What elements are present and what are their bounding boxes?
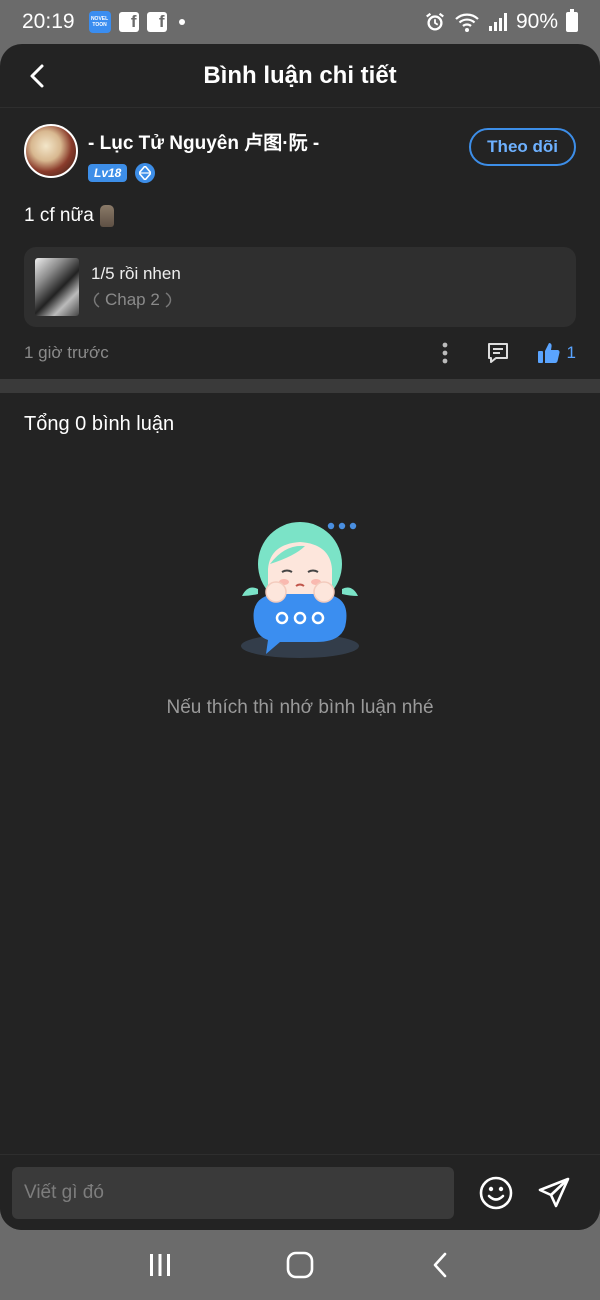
page-title: Bình luận chi tiết <box>203 61 397 89</box>
follow-button[interactable]: Theo dõi <box>469 128 576 166</box>
send-button[interactable] <box>536 1175 572 1211</box>
battery-percent: 90% <box>515 10 558 33</box>
facebook-icon: f <box>146 12 167 32</box>
diamond-icon <box>135 163 156 183</box>
leaf-right-icon <box>165 292 172 308</box>
notification-dot-icon <box>178 19 185 25</box>
system-navigation-bar <box>0 1230 600 1300</box>
moai-emoji-icon <box>99 205 114 227</box>
leaf-left-icon <box>93 292 100 308</box>
reply-button[interactable] <box>483 338 513 368</box>
chevron-left-icon <box>30 64 44 88</box>
comment-text: 1 cf nữa <box>24 205 94 226</box>
like-button[interactable]: 1 <box>537 341 576 365</box>
more-options-button[interactable] <box>431 338 459 368</box>
empty-mascot-icon <box>241 522 359 658</box>
comment-card: - Lục Tử Nguyên 卢图·阮 - Lv18 Theo dõi 1 c… <box>0 108 600 379</box>
level-badge: Lv18 <box>88 164 128 182</box>
app-window: Bình luận chi tiết - Lục Tử Nguyên 卢图·阮 … <box>0 44 600 1230</box>
status-time: 20:19 <box>22 10 75 33</box>
novel-app-icon: NOVEL TOON <box>88 11 111 33</box>
comment-input[interactable] <box>12 1166 454 1219</box>
author-name[interactable]: - Lục Tử Nguyên 卢图·阮 - <box>88 128 319 155</box>
alarm-icon <box>426 12 444 31</box>
send-icon <box>538 1177 570 1207</box>
thumbs-up-icon <box>537 343 560 363</box>
chapter-thumbnail <box>35 258 79 316</box>
facebook-icon: f <box>118 12 139 32</box>
emoji-button[interactable] <box>478 1175 514 1211</box>
recent-apps-button[interactable] <box>136 1241 184 1289</box>
section-divider <box>0 379 600 393</box>
comment-text-row: 1 cf nữa <box>24 205 576 227</box>
battery-icon <box>566 9 578 32</box>
signal-icon <box>488 13 507 31</box>
smiley-icon <box>479 1176 513 1209</box>
chapter-subtitle-row: Chap 2 <box>91 290 181 310</box>
recent-apps-icon <box>150 1254 170 1276</box>
system-back-button[interactable] <box>416 1241 464 1289</box>
header: Bình luận chi tiết <box>0 44 600 108</box>
author-row: - Lục Tử Nguyên 卢图·阮 - Lv18 Theo dõi <box>24 124 576 183</box>
comment-time: 1 giờ trước <box>24 343 109 362</box>
empty-message: Nếu thích thì nhớ bình luận nhé <box>166 697 434 718</box>
chapter-title: 1/5 rồi nhen <box>91 264 181 283</box>
status-bar: 20:19 NOVEL TOON f f 90% <box>0 0 600 44</box>
total-comments: Tổng 0 bình luận <box>24 413 175 435</box>
comment-input-bar <box>0 1154 600 1230</box>
comment-actions: 1 <box>431 338 576 368</box>
back-button[interactable] <box>20 58 52 94</box>
more-vertical-icon <box>442 342 447 364</box>
chapter-subtitle: Chap 2 <box>105 290 160 309</box>
chapter-card[interactable]: 1/5 rồi nhen Chap 2 <box>24 247 576 327</box>
badges: Lv18 <box>88 163 319 183</box>
home-button[interactable] <box>276 1241 324 1289</box>
chapter-info: 1/5 rồi nhen Chap 2 <box>91 264 181 310</box>
comment-icon <box>487 343 508 363</box>
comment-meta-row: 1 giờ trước 1 <box>24 327 576 379</box>
like-count: 1 <box>566 343 576 362</box>
empty-state: Nếu thích thì nhớ bình luận nhé <box>0 514 600 719</box>
author-info: - Lục Tử Nguyên 卢图·阮 - Lv18 <box>88 128 319 183</box>
back-icon <box>433 1252 447 1278</box>
wifi-icon <box>455 13 479 32</box>
avatar[interactable] <box>24 124 78 178</box>
home-icon <box>286 1251 314 1279</box>
